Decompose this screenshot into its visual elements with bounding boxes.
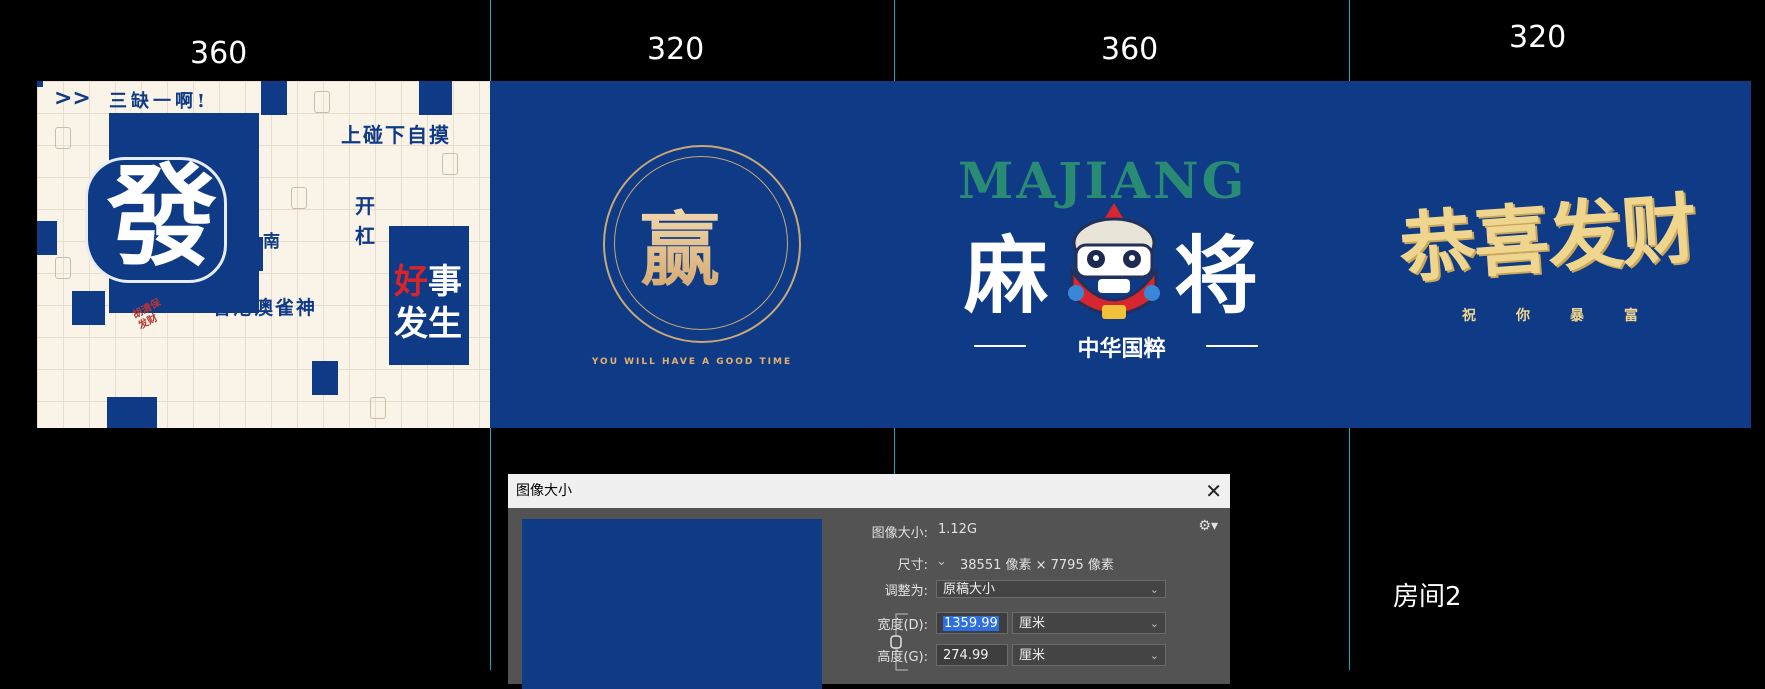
design-panel-ying[interactable]: 赢 YOU WILL HAVE A GOOD TIME xyxy=(490,81,894,428)
width-label: 宽度(D): xyxy=(877,618,928,633)
double-chevron-icon: >> xyxy=(54,86,91,111)
chevron-down-icon: ⌄ xyxy=(1149,617,1159,630)
gongxi-facai-title: 恭喜发财 xyxy=(1396,183,1699,294)
height-unit-value: 厘米 xyxy=(1019,648,1046,663)
fit-select-value: 原稿大小 xyxy=(943,582,996,597)
width-unit-value: 厘米 xyxy=(1019,616,1046,631)
right-rule xyxy=(1206,345,1258,347)
fit-select[interactable]: 原稿大小 ⌄ xyxy=(936,580,1166,598)
size-label: 图像大小: xyxy=(871,526,928,541)
height-label: 高度(G): xyxy=(877,650,928,665)
height-input[interactable]: 274.99 xyxy=(936,644,1008,666)
hao-char: 好 xyxy=(394,262,428,302)
design-panel-majiang[interactable]: MAJIANG 麻 将 中华国粹 xyxy=(894,81,1349,428)
ying-character: 赢 xyxy=(640,186,720,302)
chevron-down-icon[interactable]: ⌄ xyxy=(936,554,947,569)
height-unit-select[interactable]: 厘米 ⌄ xyxy=(1012,644,1166,666)
navy-block xyxy=(72,291,105,325)
dice-mark xyxy=(291,187,307,209)
width-unit-select[interactable]: 厘米 ⌄ xyxy=(1012,612,1166,634)
navy-block xyxy=(419,81,452,115)
shi-char: 事 xyxy=(428,262,462,302)
navy-block xyxy=(107,397,157,428)
dice-mark xyxy=(314,91,330,113)
width-label-1: 360 xyxy=(190,36,248,71)
text-shang-peng: 上碰下自摸 xyxy=(341,123,451,147)
dialog-title: 图像大小 xyxy=(516,483,572,499)
chevron-down-icon: ⌄ xyxy=(1149,649,1159,662)
height-value: 274.99 xyxy=(943,648,989,663)
fit-label: 调整为: xyxy=(884,584,928,599)
width-value: 1359.99 xyxy=(943,616,999,631)
zhonghua-guocui: 中华国粹 xyxy=(1077,336,1166,362)
image-preview xyxy=(522,519,822,689)
dims-value: 38551 像素 × 7795 像素 xyxy=(960,558,1114,573)
dice-mark xyxy=(55,127,71,149)
dialog-titlebar[interactable]: 图像大小 ✕ xyxy=(508,474,1230,508)
text-kai-gang: 开杠 xyxy=(355,194,375,248)
ma-character: 麻 xyxy=(964,226,1049,325)
design-panel-gongxi[interactable]: 恭喜发财 祝你暴富 xyxy=(1349,81,1751,428)
room-label: 房间2 xyxy=(1393,582,1462,612)
navy-block xyxy=(37,81,43,87)
size-value: 1.12G xyxy=(938,522,978,537)
close-icon[interactable]: ✕ xyxy=(1205,474,1222,508)
design-panel-fa[interactable]: 發 >> 三缺一啊! 上碰下自摸 开杠 南 省港澳雀神 胡清保 发财 好事 发生 xyxy=(37,81,490,428)
lion-head-icon xyxy=(1068,203,1160,319)
gear-icon[interactable]: ⚙▾ xyxy=(1198,518,1218,534)
width-label-2: 320 xyxy=(647,32,705,67)
fa-sheng-text: 发生 xyxy=(394,304,462,344)
chevron-down-icon: ⌄ xyxy=(1149,583,1159,596)
zhu-ni-bao-fu: 祝你暴富 xyxy=(1462,308,1678,324)
dims-label: 尺寸: xyxy=(897,558,928,573)
text-que-shen: 省港澳雀神 xyxy=(212,297,318,319)
width-input[interactable]: 1359.99 xyxy=(936,612,1008,634)
text-nan: 南 xyxy=(263,232,280,252)
navy-block xyxy=(312,361,338,395)
jiang-character: 将 xyxy=(1174,226,1259,325)
good-things-text: 好事 发生 xyxy=(394,261,462,345)
dice-mark xyxy=(55,257,71,279)
text-san-que-yi: 三缺一啊! xyxy=(109,91,209,112)
fa-character: 發 xyxy=(107,152,217,281)
width-label-3: 360 xyxy=(1101,32,1159,67)
width-label-4: 320 xyxy=(1509,20,1567,55)
ying-subtitle: YOU WILL HAVE A GOOD TIME xyxy=(591,357,793,367)
dice-mark xyxy=(370,397,386,419)
dice-mark xyxy=(442,153,458,175)
navy-block xyxy=(261,81,287,115)
navy-block xyxy=(37,221,57,255)
image-size-dialog[interactable]: 图像大小 ✕ ⚙▾ 图像大小: 1.12G 尺寸: ⌄ 38551 像素 × 7… xyxy=(508,474,1230,689)
